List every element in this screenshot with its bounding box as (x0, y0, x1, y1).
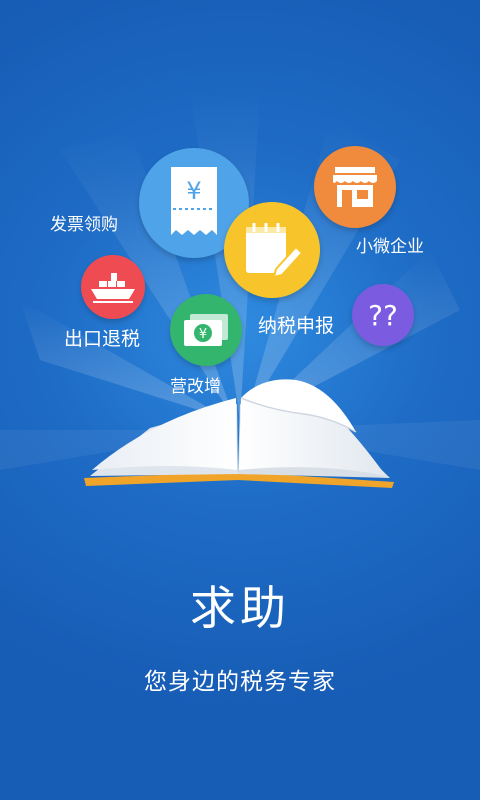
cargo-ship-icon (91, 273, 135, 303)
topic-export-rebate-label[interactable]: 出口退税 (64, 324, 140, 351)
invoice-receipt-icon: ¥ (171, 167, 217, 235)
app-title: 求助 (190, 581, 290, 635)
banknote-yuan-symbol: ¥ (199, 327, 207, 342)
topic-tax-filing-label[interactable]: 纳税申报 (258, 311, 334, 338)
topic-vat-reform-label[interactable]: 营改增 (170, 372, 221, 397)
storefront-icon (333, 167, 377, 207)
topic-export-rebate-button[interactable] (81, 255, 145, 319)
yuan-symbol: ¥ (186, 177, 201, 205)
topic-vat-reform-button[interactable]: ¥ (170, 294, 242, 366)
notepad-pencil-icon (246, 223, 304, 279)
topic-invoice-purchase-label[interactable]: 发票领购 (50, 210, 118, 235)
topic-small-business-button[interactable] (314, 146, 396, 228)
topic-help-questions-button[interactable]: ?? (352, 284, 414, 346)
topic-tax-filing-button[interactable] (224, 202, 320, 298)
banknote-yuan-icon: ¥ (184, 314, 228, 346)
question-marks-icon: ?? (368, 298, 398, 332)
topic-small-business-label[interactable]: 小微企业 (356, 232, 424, 257)
app-tagline: 您身边的税务专家 (144, 669, 336, 695)
